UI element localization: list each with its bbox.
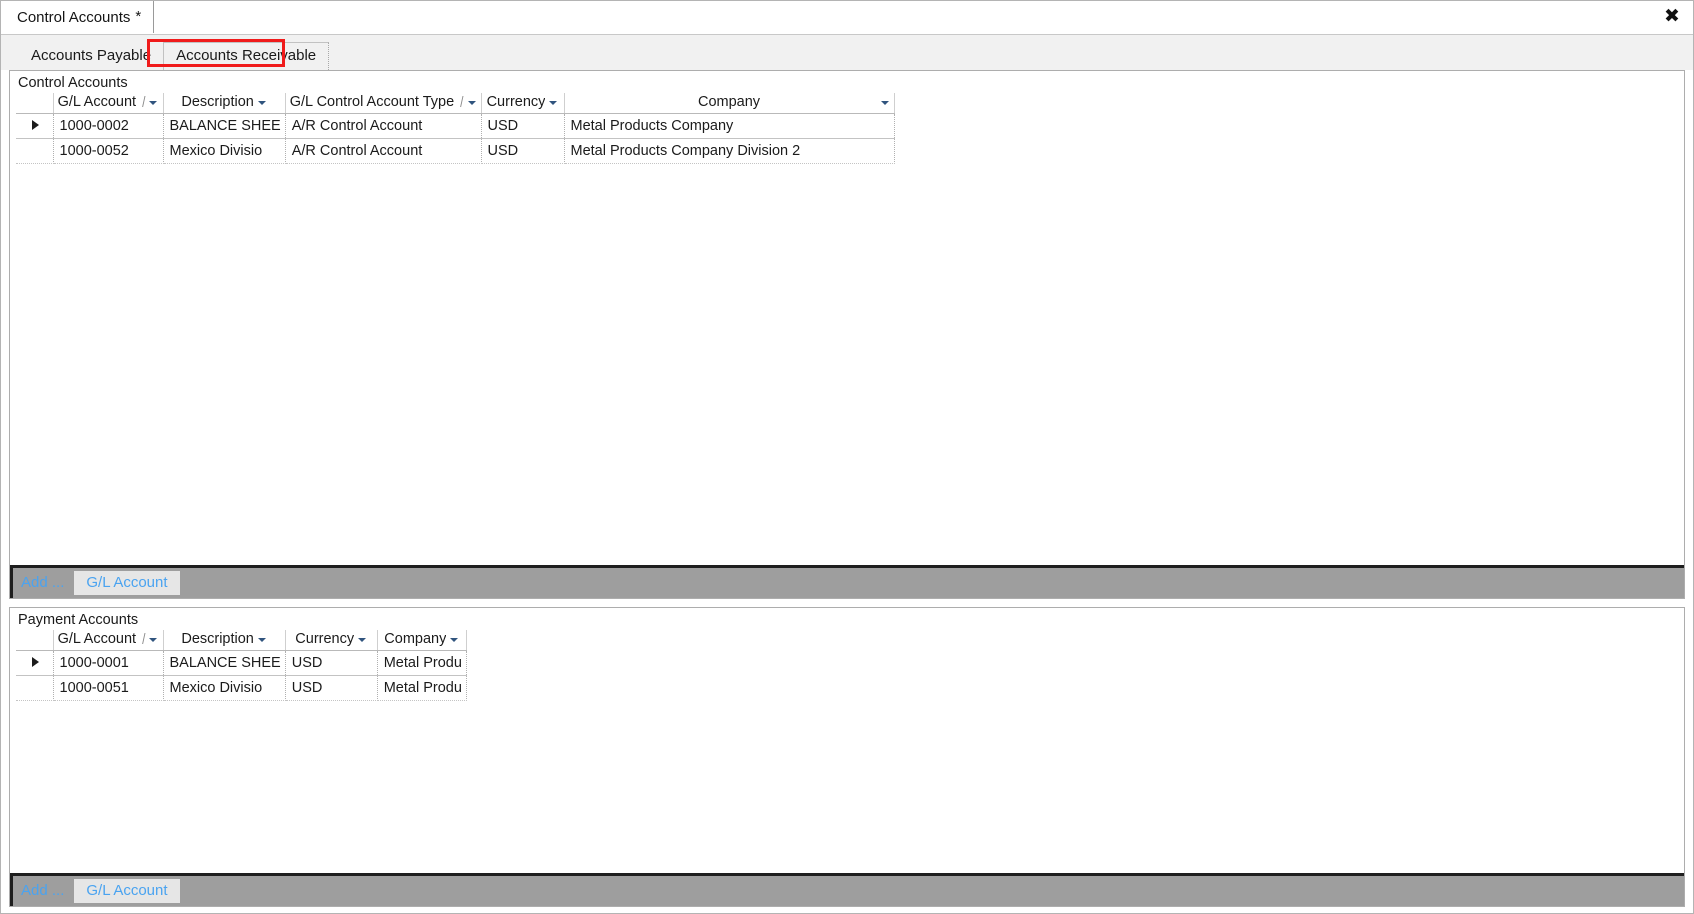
cell-company[interactable]: Metal Produ xyxy=(377,650,467,676)
document-tab-control-accounts[interactable]: Control Accounts * xyxy=(3,1,155,33)
cell-description[interactable]: Mexico Divisio xyxy=(163,675,286,701)
column-header-label: G/L Control Account Type xyxy=(289,94,455,110)
column-header-currency[interactable]: Currency xyxy=(285,630,378,651)
column-header-label: Company xyxy=(384,631,447,647)
sort-ascending-icon[interactable]: / xyxy=(142,93,145,111)
page-tabs-container: Accounts Payable Accounts Receivable xyxy=(1,35,1693,70)
cell-gl-account[interactable]: 1000-0002 xyxy=(53,113,164,139)
column-header-gl-account[interactable]: G/L Account / xyxy=(53,630,164,651)
column-header-label: Company xyxy=(697,94,761,110)
unsaved-changes-marker: * xyxy=(135,8,142,25)
cell-company[interactable]: Metal Produ xyxy=(377,675,467,701)
control-accounts-add-bar: Add ... G/L Account xyxy=(10,565,1684,598)
column-header-gl-account[interactable]: G/L Account / xyxy=(53,93,164,114)
row-selector-header xyxy=(16,93,54,114)
column-header-company[interactable]: Company xyxy=(564,93,895,114)
control-accounts-panel: Control Accounts G/L Account / Descripti… xyxy=(9,70,1685,599)
cell-description[interactable]: Mexico Divisio xyxy=(163,138,286,164)
document-tab-label: Control Accounts xyxy=(17,8,131,26)
payment-accounts-add-bar: Add ... G/L Account xyxy=(10,873,1684,906)
cell-description[interactable]: BALANCE SHEE xyxy=(163,113,286,139)
cell-gl-account[interactable]: 1000-0052 xyxy=(53,138,164,164)
column-header-description[interactable]: Description xyxy=(163,630,286,651)
payment-accounts-header-row: G/L Account / Description Currency Compa… xyxy=(16,630,467,651)
main-content: Control Accounts G/L Account / Descripti… xyxy=(1,70,1693,913)
row-selector-cell[interactable] xyxy=(16,138,54,164)
control-accounts-grid-area: G/L Account / Description G/L Control Ac… xyxy=(10,93,1684,565)
document-tabstrip: Control Accounts * ✖ xyxy=(1,1,1693,35)
cell-gl-account[interactable]: 1000-0051 xyxy=(53,675,164,701)
filter-dropdown-icon[interactable] xyxy=(358,635,367,644)
control-accounts-title: Control Accounts xyxy=(10,71,1684,93)
control-accounts-grid: G/L Account / Description G/L Control Ac… xyxy=(16,93,895,164)
table-row[interactable]: 1000-0051 Mexico Divisio USD Metal Produ xyxy=(16,675,467,701)
cell-currency[interactable]: USD xyxy=(481,113,565,139)
row-selector-cell[interactable] xyxy=(16,650,54,676)
sort-ascending-icon[interactable]: / xyxy=(142,630,145,648)
column-header-label: G/L Account xyxy=(57,631,137,647)
column-header-company[interactable]: Company xyxy=(377,630,467,651)
table-row[interactable]: 1000-0001 BALANCE SHEE USD Metal Produ xyxy=(16,650,467,676)
tab-accounts-payable-label: Accounts Payable xyxy=(31,47,152,64)
filter-dropdown-icon[interactable] xyxy=(149,98,158,107)
current-row-indicator-icon xyxy=(31,656,39,667)
column-header-label: Currency xyxy=(486,94,546,110)
column-header-label: Currency xyxy=(295,631,355,647)
tab-accounts-payable[interactable]: Accounts Payable xyxy=(19,43,163,70)
add-label[interactable]: Add ... xyxy=(21,574,64,593)
row-selector-cell[interactable] xyxy=(16,675,54,701)
cell-gl-account[interactable]: 1000-0001 xyxy=(53,650,164,676)
cell-account-type[interactable]: A/R Control Account xyxy=(285,113,482,139)
column-header-description[interactable]: Description xyxy=(163,93,286,114)
tab-accounts-receivable[interactable]: Accounts Receivable xyxy=(163,42,330,70)
table-row[interactable]: 1000-0052 Mexico Divisio A/R Control Acc… xyxy=(16,138,895,164)
application-window: Control Accounts * ✖ Accounts Payable Ac… xyxy=(0,0,1694,914)
row-selector-cell[interactable] xyxy=(16,113,54,139)
payment-accounts-grid: G/L Account / Description Currency Compa… xyxy=(16,630,467,701)
payment-accounts-panel: Payment Accounts G/L Account / Descripti… xyxy=(9,607,1685,907)
add-label[interactable]: Add ... xyxy=(21,882,64,901)
filter-dropdown-icon[interactable] xyxy=(549,98,558,107)
sort-ascending-icon[interactable]: / xyxy=(460,93,463,111)
current-row-indicator-icon xyxy=(31,119,39,130)
add-gl-account-button[interactable]: G/L Account xyxy=(74,571,180,595)
cell-company[interactable]: Metal Products Company xyxy=(564,113,895,139)
payment-accounts-grid-area: G/L Account / Description Currency Compa… xyxy=(10,630,1684,873)
column-header-currency[interactable]: Currency xyxy=(481,93,565,114)
cell-description[interactable]: BALANCE SHEE xyxy=(163,650,286,676)
filter-dropdown-icon[interactable] xyxy=(257,98,267,107)
add-gl-account-button[interactable]: G/L Account xyxy=(74,879,180,903)
close-icon[interactable]: ✖ xyxy=(1659,3,1685,29)
filter-dropdown-icon[interactable] xyxy=(467,98,477,107)
filter-dropdown-icon[interactable] xyxy=(880,98,890,107)
filter-dropdown-icon[interactable] xyxy=(149,635,158,644)
column-header-label: Description xyxy=(181,631,254,647)
filter-dropdown-icon[interactable] xyxy=(450,635,459,644)
cell-currency[interactable]: USD xyxy=(285,650,378,676)
cell-currency[interactable]: USD xyxy=(481,138,565,164)
cell-company[interactable]: Metal Products Company Division 2 xyxy=(564,138,895,164)
payment-accounts-title: Payment Accounts xyxy=(10,608,1684,630)
column-header-label: Description xyxy=(181,94,254,110)
column-header-label: G/L Account xyxy=(57,94,137,110)
table-row[interactable]: 1000-0002 BALANCE SHEE A/R Control Accou… xyxy=(16,113,895,139)
cell-account-type[interactable]: A/R Control Account xyxy=(285,138,482,164)
column-header-gl-control-account-type[interactable]: G/L Control Account Type / xyxy=(285,93,482,114)
filter-dropdown-icon[interactable] xyxy=(257,635,267,644)
row-selector-header xyxy=(16,630,54,651)
control-accounts-header-row: G/L Account / Description G/L Control Ac… xyxy=(16,93,895,114)
tab-accounts-receivable-label: Accounts Receivable xyxy=(176,47,317,64)
cell-currency[interactable]: USD xyxy=(285,675,378,701)
